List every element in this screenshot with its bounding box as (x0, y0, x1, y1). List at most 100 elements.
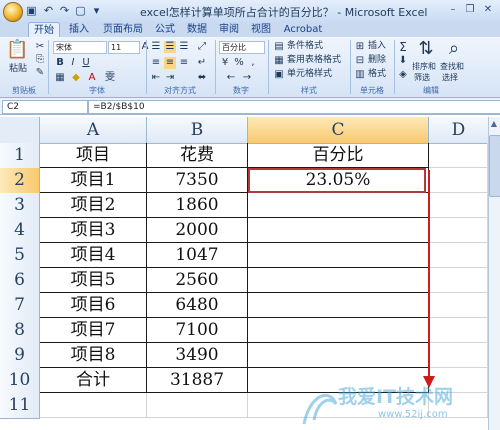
column-header-c[interactable]: C (248, 117, 429, 144)
row-header[interactable]: 3 (0, 193, 40, 219)
scroll-up-icon[interactable]: ▲ (489, 118, 499, 130)
percent-icon[interactable]: % (233, 57, 245, 69)
row-header[interactable]: 6 (0, 268, 40, 294)
autosum-icon[interactable]: Σ (397, 41, 409, 53)
find-select-button-line2[interactable]: 选择 (442, 72, 458, 83)
cell-c[interactable] (248, 293, 429, 318)
comma-icon[interactable]: , (247, 57, 259, 69)
undo-icon[interactable]: ↶ (42, 4, 55, 17)
align-middle-icon[interactable]: ☰ (164, 41, 176, 53)
merge-center-icon[interactable]: ⬌ (196, 72, 208, 84)
cell-c[interactable] (248, 318, 429, 343)
redo-icon[interactable]: ↷ (58, 4, 71, 17)
tab-review[interactable]: 审阅 (216, 22, 242, 37)
cell-d[interactable] (429, 168, 488, 193)
column-header-b[interactable]: B (147, 117, 248, 144)
sort-filter-button[interactable]: 排序和 (412, 61, 436, 72)
row-header[interactable]: 2 (0, 168, 40, 194)
office-button-icon[interactable] (3, 2, 23, 22)
format-cells-button[interactable]: 格式 (368, 69, 386, 80)
row-header[interactable]: 10 (0, 368, 40, 394)
currency-icon[interactable]: ¥ (219, 57, 231, 69)
sort-filter-button-line2[interactable]: 筛选 (414, 72, 430, 83)
orientation-icon[interactable]: ⤢ (196, 41, 208, 53)
cell-c[interactable] (248, 268, 429, 293)
font-size-combo[interactable]: 11 (108, 41, 140, 54)
align-right-icon[interactable]: ≡ (178, 57, 190, 69)
select-all-corner[interactable] (0, 117, 40, 144)
copy-icon[interactable]: ⎘ (34, 54, 46, 66)
cell-a[interactable] (40, 393, 147, 418)
number-format-combo[interactable]: 百分比 (219, 41, 265, 54)
cell-c[interactable] (248, 193, 429, 218)
qat-customize-icon[interactable]: ▾ (90, 4, 103, 17)
cell-a[interactable]: 项目1 (40, 168, 147, 193)
cell-c[interactable] (248, 343, 429, 368)
cell-a[interactable]: 项目6 (40, 293, 147, 318)
italic-button[interactable]: I (67, 57, 79, 69)
fill-color-icon[interactable]: ◆ (70, 72, 82, 84)
save-icon[interactable]: ▣ (25, 4, 38, 17)
align-top-icon[interactable]: ☰ (150, 41, 162, 53)
cell-b[interactable]: 花费 (147, 143, 248, 168)
font-name-combo[interactable]: 宋体 (53, 41, 107, 54)
paste-button[interactable]: 粘贴 (9, 64, 27, 75)
format-as-table-button[interactable]: 套用表格格式 (287, 55, 341, 66)
cell-d[interactable] (429, 268, 488, 293)
underline-button[interactable]: U (80, 57, 92, 69)
cell-a[interactable]: 项目 (40, 143, 147, 168)
tab-acrobat[interactable]: Acrobat (280, 22, 326, 37)
cell-b[interactable]: 1860 (147, 193, 248, 218)
paste-icon[interactable]: 📋 (6, 40, 28, 62)
cell-a[interactable]: 项目8 (40, 343, 147, 368)
increase-indent-icon[interactable]: ⇥ (164, 72, 176, 84)
cell-d[interactable] (429, 143, 488, 168)
font-color-icon[interactable]: A (86, 72, 98, 84)
row-header[interactable]: 5 (0, 243, 40, 269)
column-header-d[interactable]: D (429, 117, 489, 144)
cell-b[interactable]: 6480 (147, 293, 248, 318)
tab-home[interactable]: 开始 (28, 22, 60, 38)
insert-cells-icon[interactable]: ⊞ (354, 41, 366, 53)
conditional-formatting-button[interactable]: 条件格式 (287, 41, 323, 52)
cell-b[interactable]: 2000 (147, 218, 248, 243)
insert-cells-button[interactable]: 插入 (368, 41, 386, 52)
tab-formulas[interactable]: 公式 (152, 22, 178, 37)
row-header[interactable]: 8 (0, 318, 40, 344)
cell-b[interactable] (147, 393, 248, 418)
fill-icon[interactable]: ⬇ (397, 55, 409, 67)
cell-styles-button[interactable]: 单元格样式 (287, 69, 332, 80)
cell-b[interactable]: 2560 (147, 268, 248, 293)
cell-a[interactable]: 项目4 (40, 243, 147, 268)
find-select-button[interactable]: 查找和 (440, 61, 464, 72)
align-bottom-icon[interactable]: ☰ (178, 41, 190, 53)
cell-c[interactable] (248, 218, 429, 243)
cell-d[interactable] (429, 343, 488, 368)
cell-d[interactable] (429, 243, 488, 268)
increase-decimal-icon[interactable]: ← (225, 72, 237, 84)
border-icon[interactable]: ▦ (54, 72, 66, 84)
clear-icon[interactable]: ◈ (397, 69, 409, 81)
decrease-decimal-icon[interactable]: → (241, 72, 253, 84)
cell-d[interactable] (429, 293, 488, 318)
restore-icon[interactable]: ❐ (463, 3, 477, 17)
tab-view[interactable]: 视图 (248, 22, 274, 37)
row-header[interactable]: 4 (0, 218, 40, 244)
row-header[interactable]: 1 (0, 143, 40, 169)
cell-a[interactable]: 项目3 (40, 218, 147, 243)
minimize-icon[interactable]: – (446, 3, 460, 17)
row-header[interactable]: 11 (0, 393, 40, 419)
cell-a[interactable]: 合计 (40, 368, 147, 393)
bold-button[interactable]: B (54, 57, 66, 69)
format-painter-icon[interactable]: ✎ (34, 67, 46, 79)
tab-data[interactable]: 数据 (184, 22, 210, 37)
tab-page-layout[interactable]: 页面布局 (100, 22, 146, 37)
cell-a[interactable]: 项目7 (40, 318, 147, 343)
wrap-text-icon[interactable]: ↵ (196, 57, 208, 69)
row-header[interactable]: 7 (0, 293, 40, 319)
phonetic-icon[interactable]: 雯 (104, 72, 116, 84)
format-as-table-icon[interactable]: ▦ (273, 55, 285, 67)
cell-b[interactable]: 1047 (147, 243, 248, 268)
sort-filter-icon[interactable]: ⇅ (416, 39, 436, 59)
cell-b[interactable]: 3490 (147, 343, 248, 368)
